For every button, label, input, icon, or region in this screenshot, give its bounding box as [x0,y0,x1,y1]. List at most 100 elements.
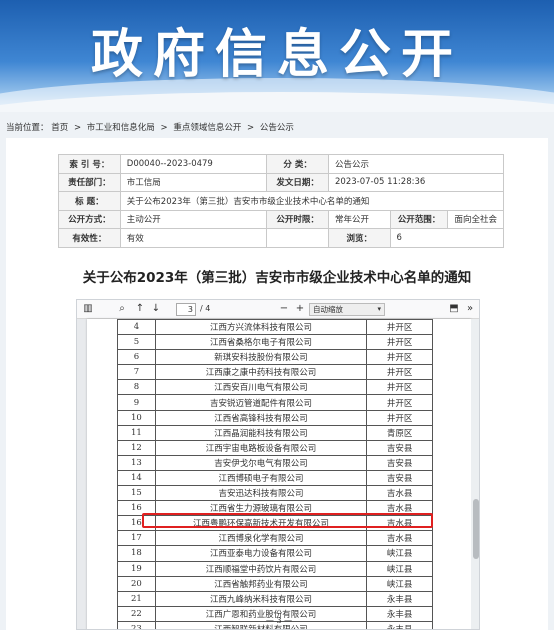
date-label: 发文日期： [266,172,329,192]
banner: 政府信息公开 [0,0,554,112]
metadata-table: 索 引 号： D00040--2023-0479 分 类： 公告公示 责任部门：… [58,154,505,248]
row-number: 11 [117,424,156,441]
row-area: 吉水县 [366,530,433,547]
page-number-input[interactable]: 3 [176,303,196,316]
page-down-icon[interactable]: ↓ [149,302,163,316]
table-row: 4 江西方兴流体科技有限公司 井开区 [117,318,433,336]
company-name: 江西九峰纳米科技有限公司 [154,590,368,607]
row-number: 4 [117,318,156,336]
company-name: 江西康之康中药科技有限公司 [154,364,368,381]
table-row: 13 吉安伊戈尔电气有限公司 吉安县 [117,454,433,471]
row-number: 21 [117,590,156,607]
more-icon[interactable]: » [463,302,477,316]
date-value: 2023-07-05 11:28:36 [328,172,504,192]
table-row: 11 江西晶润能科技有限公司 青原区 [117,424,433,441]
table-row: 15 吉安迅达科技有限公司 吉水县 [117,485,433,502]
content-card: 索 引 号： D00040--2023-0479 分 类： 公告公示 责任部门：… [6,138,548,630]
scrollbar-thumb[interactable] [473,499,479,559]
document-title: 关于公布2023年（第三批）吉安市市级企业技术中心名单的通知 [82,270,472,286]
highlight-box [142,513,433,528]
breadcrumb-separator: > [160,123,168,133]
company-name: 江西省触邦药业有限公司 [154,575,368,592]
table-row: 20 江西省触邦药业有限公司 峡江县 [117,575,433,592]
breadcrumb-separator: > [73,123,82,133]
bookmark-icon[interactable]: ⬒ [447,302,461,316]
row-number: 13 [117,454,156,471]
company-name: 江西亚泰电力设备有限公司 [154,545,368,562]
row-area: 吉安县 [366,469,433,487]
company-name: 吉安锐迈管道配件有限公司 [154,394,368,411]
title-label: 标 题： [58,191,121,211]
scrollbar[interactable] [471,319,479,629]
row-area: 井开区 [366,394,433,411]
page-total: / 4 [200,304,211,313]
company-name: 江西博泉化学有限公司 [154,530,368,547]
chevron-down-icon: ▾ [377,305,381,313]
row-number: 9 [117,394,156,411]
table-row: 6 新琪安科技股份有限公司 井开区 [117,349,433,366]
row-area: 峡江县 [366,575,433,592]
valid-value: 有效 [119,228,268,248]
breadcrumb-home[interactable]: 首页 [51,123,68,133]
page-up-icon[interactable]: ↑ [133,302,147,316]
breadcrumb-bureau[interactable]: 市工业和信息化局 [87,123,155,133]
company-name: 吉安伊戈尔电气有限公司 [154,454,368,471]
company-name: 江西晶润能科技有限公司 [154,424,368,441]
row-area: 井开区 [366,318,433,336]
search-icon[interactable]: ⌕ [115,302,129,316]
breadcrumb-key-info[interactable]: 重点领域信息公开 [173,123,241,133]
views-label: 浏览： [328,228,391,248]
page-footer: — 3 — [265,616,293,625]
scope-value: 面向全社会 [447,209,504,229]
company-name: 江西顺福堂中药饮片有限公司 [154,560,368,577]
pdf-page: 4 江西方兴流体科技有限公司 井开区 5 江西省桑格尔电子有限公司 井开区 6 新琪安科技股份… [87,318,471,629]
company-name: 江西博硕电子有限公司 [154,469,368,487]
index-label: 索 引 号： [58,154,121,174]
scope-label: 公开范围： [389,209,449,229]
row-number: 8 [117,379,156,396]
row-number: 12 [117,439,156,456]
company-name: 江西宇宙电路板设备有限公司 [154,439,368,456]
title-value: 关于公布2023年（第三批）吉安市市级企业技术中心名单的通知 [119,191,505,211]
breadcrumb-separator: > [247,123,255,133]
table-row: 14 江西博硕电子有限公司 吉安县 [117,469,433,487]
category-label: 分 类： [266,154,329,174]
dept-label: 责任部门： [58,172,121,192]
pdf-viewer[interactable]: ▥ ⌕ ↑ ↓ 3 / 4 − + 自动缩放 ▾ ⬒ » 4 江西方兴流体科技有限公… [76,299,480,630]
zoom-select[interactable]: 自动缩放 ▾ [309,303,385,316]
period-value: 常年公开 [328,209,391,229]
breadcrumb: 当前位置： 首页 > 市工业和信息化局 > 重点领域信息公开 > 公告公示 [6,121,294,133]
banner-title: 政府信息公开 [90,25,463,85]
row-area: 吉安县 [366,439,433,456]
valid-label: 有效性： [58,228,121,248]
table-row: 21 江西九峰纳米科技有限公司 永丰县 [117,590,433,607]
row-area: 峡江县 [366,545,433,562]
zoom-out-icon[interactable]: − [277,302,291,316]
period-label: 公开时限： [266,209,329,229]
row-number: 17 [117,530,156,547]
row-number: 6 [117,349,156,366]
zoom-in-icon[interactable]: + [293,302,307,316]
table-row: 9 吉安锐迈管道配件有限公司 井开区 [117,394,433,411]
table-row: 18 江西亚泰电力设备有限公司 峡江县 [117,545,433,562]
row-area: 峡江县 [366,560,433,577]
row-number: 20 [117,575,156,592]
pdf-toolbar: ▥ ⌕ ↑ ↓ 3 / 4 − + 自动缩放 ▾ ⬒ » [77,300,479,319]
company-list-table: 4 江西方兴流体科技有限公司 井开区 5 江西省桑格尔电子有限公司 井开区 6 新琪安科技股份… [117,318,433,629]
company-name: 江西方兴流体科技有限公司 [154,318,368,336]
row-number: 7 [117,364,156,381]
row-area: 井开区 [366,349,433,366]
table-row: 12 江西宇宙电路板设备有限公司 吉安县 [117,439,433,456]
views-value: 6 [389,228,505,248]
breadcrumb-prefix: 当前位置： [6,123,49,133]
row-number: 18 [117,545,156,562]
sidebar-icon[interactable]: ▥ [81,302,95,316]
mode-label: 公开方式： [58,209,121,229]
breadcrumb-announcements[interactable]: 公告公示 [260,123,294,133]
row-number: 19 [117,560,156,577]
row-area: 青原区 [366,424,433,441]
blank-cell [266,228,329,248]
company-name: 新琪安科技股份有限公司 [154,349,368,366]
row-number: 10 [117,409,156,426]
row-number: 15 [117,485,156,502]
